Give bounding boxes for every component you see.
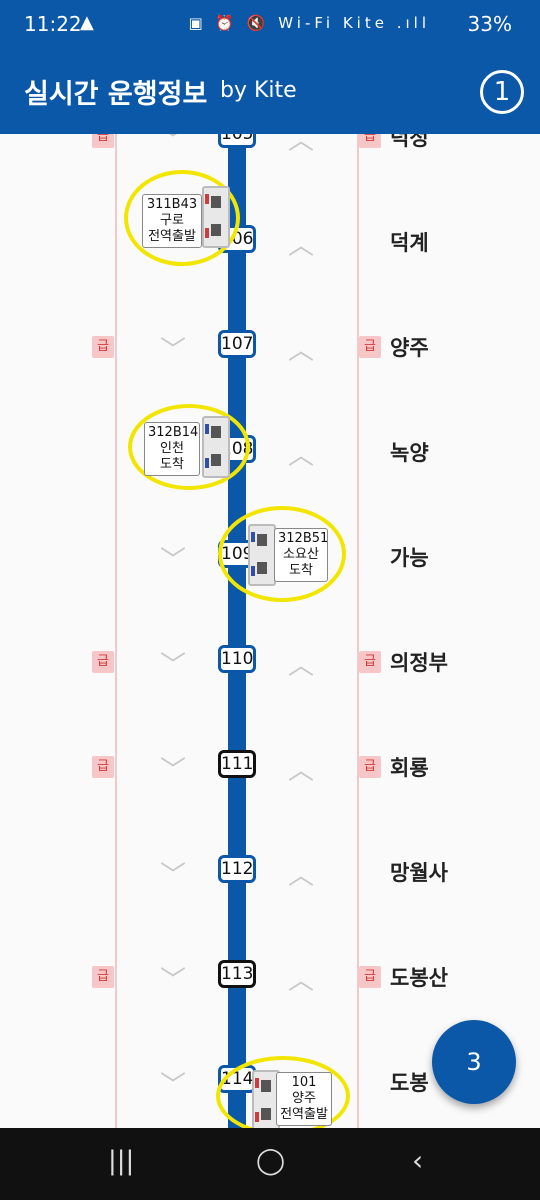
train-destination: 소요산 (283, 547, 319, 562)
chevron-up-icon: ︿ (288, 966, 315, 996)
chevron-up-icon: ︿ (288, 134, 315, 156)
train-destination: 양주 (292, 1091, 316, 1106)
page-subtitle: by Kite (220, 78, 297, 103)
station-name[interactable]: 망월사 (390, 857, 448, 887)
express-badge-up: 급 (359, 134, 381, 148)
express-badge-down: 급 (92, 336, 114, 358)
express-badge-up: 급 (359, 336, 381, 358)
chevron-down-icon: ﹀ (160, 651, 187, 681)
express-badge-down: 급 (92, 651, 114, 673)
train-destination: 인천 (160, 441, 184, 456)
train-car-icon (202, 416, 230, 478)
chevron-down-icon: ﹀ (160, 546, 187, 576)
train-status: 전역출발 (280, 1107, 328, 1122)
station-row[interactable]: ﹀ 108 ︿ 녹양 (0, 405, 540, 509)
train-info-card: 312B14 인천 도착 (144, 422, 200, 476)
app-bar: 실시간 운행정보 by Kite 1 (0, 50, 540, 134)
station-row[interactable]: 급 ﹀ 110 ︿ 급 의정부 (0, 615, 540, 719)
station-row[interactable]: ﹀ 106 ︿ 덕계 (0, 195, 540, 299)
chevron-down-icon: ﹀ (160, 1071, 187, 1101)
train-marker[interactable]: 312B51 소요산 도착 (218, 506, 346, 602)
station-number: 105 (218, 134, 256, 148)
train-status: 전역출발 (148, 229, 196, 244)
train-car-icon (248, 524, 276, 586)
chevron-up-icon: ︿ (288, 651, 315, 681)
train-destination: 구로 (160, 213, 184, 228)
station-row[interactable]: 급 ﹀ 107 ︿ 급 양주 (0, 300, 540, 404)
station-name[interactable]: 덕계 (390, 227, 429, 257)
train-info-card: 101 양주 전역출발 (276, 1072, 332, 1126)
chevron-up-icon: ︿ (288, 861, 315, 891)
station-number: 110 (218, 645, 256, 673)
station-number: 113 (218, 960, 256, 988)
status-time: 11:22 (24, 12, 82, 36)
train-id: 101 (291, 1075, 317, 1090)
station-number: 107 (218, 330, 256, 358)
station-name[interactable]: 녹양 (390, 437, 429, 467)
chevron-down-icon: ﹀ (160, 134, 187, 156)
train-id: 311B43 (146, 197, 198, 212)
station-row[interactable]: 급 ﹀ 111 ︿ 급 회룡 (0, 720, 540, 824)
train-marker[interactable]: 311B43 구로 전역출발 (124, 170, 240, 266)
express-badge-down: 급 (92, 756, 114, 778)
station-name[interactable]: 양주 (390, 332, 429, 362)
station-row[interactable]: ﹀ 112 ︿ 망월사 (0, 825, 540, 929)
express-badge-up: 급 (359, 756, 381, 778)
train-status: 도착 (289, 563, 313, 578)
station-name[interactable]: 도봉 (390, 1067, 429, 1097)
status-bar: 11:22 ▲ ▣ ⏰ 🔇 Wi-Fi Kite .ıll 33% (0, 0, 540, 50)
train-id: 312B14 (148, 425, 199, 440)
station-row[interactable]: 급 ﹀ 113 ︿ 급 도봉산 (0, 930, 540, 1034)
train-id: 312B51 (278, 531, 329, 546)
station-number: 112 (218, 855, 256, 883)
train-marker[interactable]: 312B14 인천 도착 (128, 404, 250, 490)
express-badge-down: 급 (92, 134, 114, 148)
station-number: 111 (218, 750, 256, 778)
station-name[interactable]: 도봉산 (390, 962, 448, 992)
train-info-card: 311B43 구로 전역출발 (142, 194, 202, 248)
chevron-up-icon: ︿ (288, 441, 315, 471)
back-button[interactable]: ‹ (412, 1144, 423, 1177)
home-button[interactable]: ◯ (256, 1146, 285, 1176)
route-map[interactable]: 급 ﹀ 105 ︿ 급 덕정 ﹀ 106 ︿ 덕계 급 ﹀ 107 ︿ 급 양주… (0, 134, 540, 1128)
status-icons: ▣ ⏰ 🔇 Wi-Fi Kite .ıll (188, 14, 430, 32)
train-car-icon (202, 186, 230, 248)
train-count-fab[interactable]: 3 (432, 1020, 516, 1104)
recents-button[interactable]: ||| (108, 1146, 134, 1176)
express-badge-up: 급 (359, 651, 381, 673)
station-row[interactable]: 급 ﹀ 105 ︿ 급 덕정 (0, 134, 540, 194)
chevron-down-icon: ﹀ (160, 861, 187, 891)
warning-icon: ▲ (80, 12, 94, 33)
system-nav-bar: ||| ◯ ‹ (0, 1128, 540, 1200)
chevron-up-icon: ︿ (288, 756, 315, 786)
train-status: 도착 (160, 457, 184, 472)
chevron-down-icon: ﹀ (160, 336, 187, 366)
line-badge[interactable]: 1 (480, 70, 524, 114)
chevron-down-icon: ﹀ (160, 966, 187, 996)
train-marker[interactable]: 101 양주 전역출발 (216, 1056, 350, 1128)
station-name[interactable]: 회룡 (390, 752, 429, 782)
chevron-up-icon: ︿ (288, 231, 315, 261)
express-badge-up: 급 (359, 966, 381, 988)
chevron-down-icon: ﹀ (160, 756, 187, 786)
page-title: 실시간 운행정보 (24, 79, 208, 110)
station-name[interactable]: 덕정 (390, 134, 429, 152)
station-name[interactable]: 의정부 (390, 647, 448, 677)
station-name[interactable]: 가능 (390, 542, 429, 572)
express-badge-down: 급 (92, 966, 114, 988)
train-info-card: 312B51 소요산 도착 (274, 528, 328, 582)
chevron-up-icon: ︿ (288, 336, 315, 366)
battery-level: 33% (467, 12, 512, 36)
